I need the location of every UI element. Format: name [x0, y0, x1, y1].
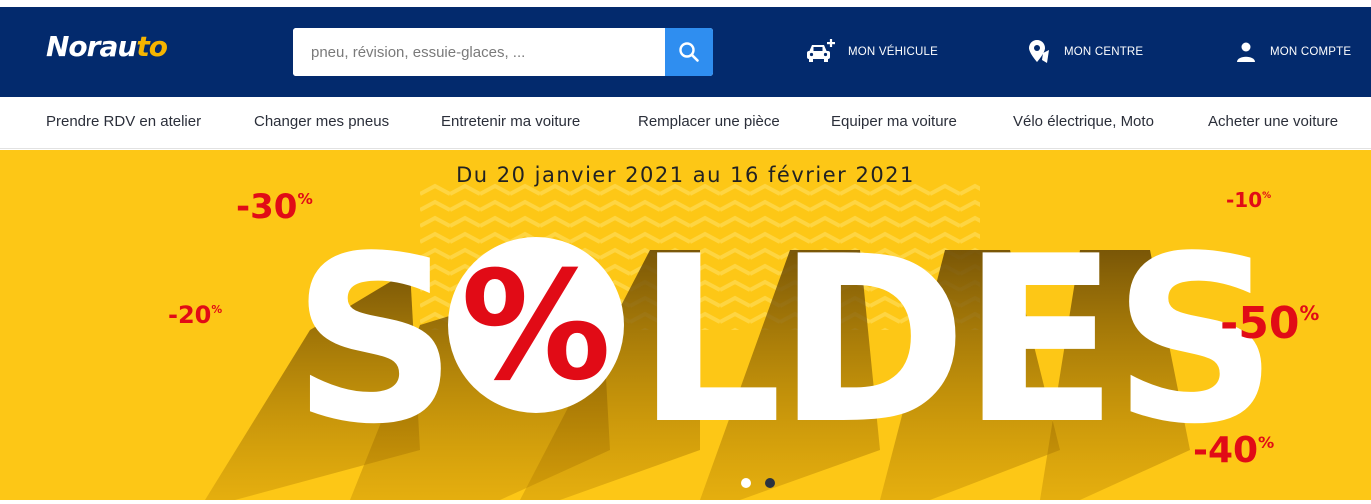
- headline-ldes: LDES: [636, 208, 1272, 475]
- discount-badge: -20%: [168, 301, 223, 329]
- menu-item-ebike-moto[interactable]: Vélo électrique, Moto: [1013, 97, 1154, 149]
- car-add-icon: [807, 39, 835, 62]
- sale-dates: Du 20 janvier 2021 au 16 février 2021: [456, 163, 915, 187]
- menu-item-change-tyres[interactable]: Changer mes pneus: [254, 97, 389, 149]
- site-header: Norauto MON VÉHICULE: [0, 7, 1371, 97]
- carousel-dots: [741, 478, 775, 488]
- headline-s: S: [292, 208, 458, 475]
- my-vehicle-link[interactable]: MON VÉHICULE: [806, 35, 938, 69]
- discount-badge: -10%: [1226, 188, 1272, 212]
- my-account-label: MON COMPTE: [1270, 46, 1352, 58]
- search-bar: [293, 28, 713, 76]
- discount-badge: -30%: [236, 187, 313, 227]
- menu-item-replace-part[interactable]: Remplacer une pièce: [638, 97, 780, 149]
- my-vehicle-label: MON VÉHICULE: [848, 46, 938, 58]
- menu-item-book-workshop[interactable]: Prendre RDV en atelier: [46, 97, 201, 149]
- discount-badge: -40%: [1193, 430, 1275, 471]
- carousel-dot-2[interactable]: [765, 478, 775, 488]
- headline-percent: %: [461, 240, 611, 414]
- menu-item-maintain-car[interactable]: Entretenir ma voiture: [441, 97, 580, 149]
- search-input[interactable]: [293, 28, 665, 76]
- logo-text-accent: to: [136, 30, 168, 63]
- search-icon: [679, 42, 699, 62]
- page-bottom-strip: [0, 500, 1371, 504]
- carousel-dot-1[interactable]: [741, 478, 751, 488]
- menu-item-buy-car[interactable]: Acheter une voiture: [1208, 97, 1338, 149]
- my-account-link[interactable]: MON COMPTE: [1234, 35, 1351, 69]
- norauto-logo[interactable]: Norau to: [46, 30, 168, 66]
- promo-banner[interactable]: S LDES % Du 20 janvier 2021 au 16 févrie…: [0, 150, 1371, 500]
- user-icon: [1237, 42, 1255, 62]
- main-menu: Prendre RDV en atelier Changer mes pneus…: [0, 97, 1371, 149]
- search-button[interactable]: [665, 28, 713, 76]
- location-pin-icon: [1029, 40, 1049, 63]
- menu-item-equip-car[interactable]: Equiper ma voiture: [831, 97, 957, 149]
- my-center-label: MON CENTRE: [1064, 46, 1144, 58]
- discount-badge: -50%: [1220, 298, 1320, 349]
- logo-text-main: Norau: [46, 30, 137, 63]
- page-top-strip: [0, 0, 1371, 7]
- my-center-link[interactable]: MON CENTRE: [1026, 35, 1143, 69]
